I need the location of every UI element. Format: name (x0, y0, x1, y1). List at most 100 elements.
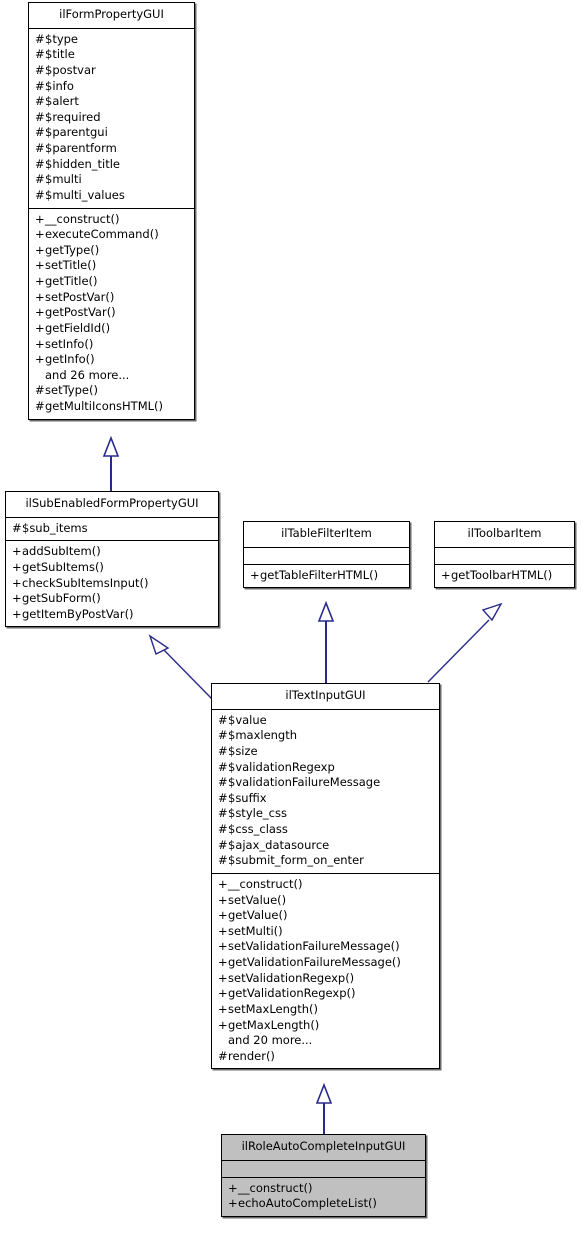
member-label: $hidden_title (45, 156, 120, 171)
class-member: and 26 more... (35, 368, 188, 384)
member-visibility: + (35, 211, 45, 226)
member-label: $style_css (228, 806, 287, 821)
class-member: #$value (218, 713, 433, 729)
class-box-ilformpropertygui[interactable]: ilFormPropertyGUI #$type #$title #$postvar… (28, 2, 195, 420)
class-member: #$postvar (35, 63, 188, 79)
member-label: render() (228, 1048, 275, 1063)
member-visibility: + (12, 575, 22, 590)
member-label: $ajax_datasource (228, 837, 330, 852)
member-label: echoAutoCompleteList() (238, 1196, 377, 1211)
member-label: getValidationRegexp() (228, 986, 356, 1001)
edge-ilsubenabled-to-ilformpropertygui (102, 435, 120, 491)
class-member: #$type (35, 32, 188, 48)
member-visibility: # (218, 853, 228, 868)
class-member: #$validationRegexp (218, 760, 433, 776)
member-visibility: + (35, 227, 45, 242)
class-member: +getSubItems() (12, 560, 212, 576)
member-visibility: # (35, 399, 45, 413)
member-visibility: + (218, 955, 228, 969)
member-label: getPostVar() (45, 305, 116, 320)
class-member: +getSubForm() (12, 591, 212, 607)
member-label: getInfo() (45, 352, 95, 367)
class-box-iltextinputgui[interactable]: ilTextInputGUI #$value #$maxlength #$size #… (211, 683, 440, 1070)
member-label: $type (45, 31, 79, 46)
member-visibility: + (218, 876, 228, 891)
member-visibility: + (218, 970, 228, 985)
member-visibility: # (35, 187, 45, 202)
member-visibility: # (218, 806, 228, 821)
class-name-iltextinputgui: ilTextInputGUI (212, 684, 439, 709)
member-visibility: # (35, 383, 45, 398)
member-visibility: # (218, 1048, 228, 1063)
class-member: +getInfo() (35, 352, 188, 368)
class-member: +echoAutoCompleteList() (228, 1196, 419, 1212)
class-member: +setTitle() (35, 258, 188, 274)
member-label: addSubItem() (22, 544, 101, 559)
class-member: +getMaxLength() (218, 1018, 433, 1034)
member-label: getTableFilterHTML() (260, 567, 379, 582)
attributes-compartment-iltoolbaritem (435, 546, 574, 564)
member-label: getMultiIconsHTML() (45, 399, 163, 413)
member-label: and 26 more... (45, 367, 130, 382)
class-member: #$maxlength (218, 728, 433, 744)
member-label: $suffix (228, 790, 267, 805)
class-member: #$submit_form_on_enter (218, 853, 433, 869)
member-visibility: # (35, 156, 45, 171)
member-label: $maxlength (228, 728, 298, 743)
class-member: #$validationFailureMessage (218, 775, 433, 791)
member-visibility: + (228, 1196, 238, 1211)
member-visibility: + (35, 289, 45, 304)
member-visibility: + (218, 939, 228, 954)
class-member: +getTitle() (35, 274, 188, 290)
member-label: and 20 more... (228, 1033, 313, 1048)
member-visibility: + (218, 923, 228, 938)
operations-compartment-iltoolbaritem: +getToolbarHTML() (435, 563, 574, 588)
member-label: getMaxLength() (228, 1017, 320, 1032)
class-member: +__construct() (218, 877, 433, 893)
member-visibility: + (35, 320, 45, 335)
class-member: +setValue() (218, 893, 433, 909)
class-member: +getToolbarHTML() (441, 568, 568, 584)
member-visibility: + (12, 544, 22, 559)
class-member: #$sub_items (12, 521, 212, 537)
member-label: setInfo() (45, 336, 94, 351)
class-name-ilformpropertygui: ilFormPropertyGUI (29, 3, 194, 28)
member-visibility: # (12, 520, 22, 535)
member-label: getValidationFailureMessage() (228, 955, 401, 969)
member-visibility: # (35, 78, 45, 93)
member-visibility: # (35, 172, 45, 187)
class-member: #$hidden_title (35, 157, 188, 173)
member-label: checkSubItemsInput() (22, 575, 149, 590)
class-member: #$multi (35, 172, 188, 188)
class-box-iltoolbaritem[interactable]: ilToolbarItem +getToolbarHTML() (434, 521, 575, 589)
class-name-ilsubenabledformpropertygui: ilSubEnabledFormPropertyGUI (6, 492, 218, 517)
member-label: setValidationFailureMessage() (228, 939, 400, 954)
class-member: #$ajax_datasource (218, 838, 433, 854)
class-member: #$multi_values (35, 188, 188, 204)
member-label: $submit_form_on_enter (228, 853, 364, 868)
class-member: #$parentform (35, 141, 188, 157)
member-visibility: # (35, 109, 45, 124)
member-label: $required (45, 109, 101, 124)
class-box-ilsubenabledformpropertygui[interactable]: ilSubEnabledFormPropertyGUI #$sub_items … (5, 491, 219, 628)
member-label: getValue() (228, 908, 288, 923)
member-visibility: + (35, 242, 45, 257)
member-label: $alert (45, 94, 79, 109)
member-label: setMaxLength() (228, 1001, 318, 1016)
edge-iltextinputgui-to-ilsubenabled (148, 634, 214, 701)
member-visibility: + (218, 892, 228, 907)
uml-class-diagram: ilFormPropertyGUI --> ilSubEnabledFormPr… (0, 0, 584, 1237)
class-member: +getPostVar() (35, 305, 188, 321)
class-member: +getValue() (218, 908, 433, 924)
member-label: $postvar (45, 62, 96, 77)
class-member: #$style_css (218, 806, 433, 822)
member-visibility: # (35, 94, 45, 109)
member-label: $validationFailureMessage (228, 775, 381, 790)
member-label: $sub_items (22, 520, 88, 535)
member-label: getSubForm() (22, 591, 101, 606)
class-box-iltablefilteritem[interactable]: ilTableFilterItem +getTableFilterHTML() (243, 521, 410, 589)
attributes-compartment-iltextinputgui: #$value #$maxlength #$size #$validationRege… (212, 708, 439, 873)
class-member: #$parentgui (35, 125, 188, 141)
class-member: +setMulti() (218, 924, 433, 940)
class-box-ilroleautocompleteinputgui[interactable]: ilRoleAutoCompleteInputGUI +__construct(… (221, 1134, 426, 1217)
